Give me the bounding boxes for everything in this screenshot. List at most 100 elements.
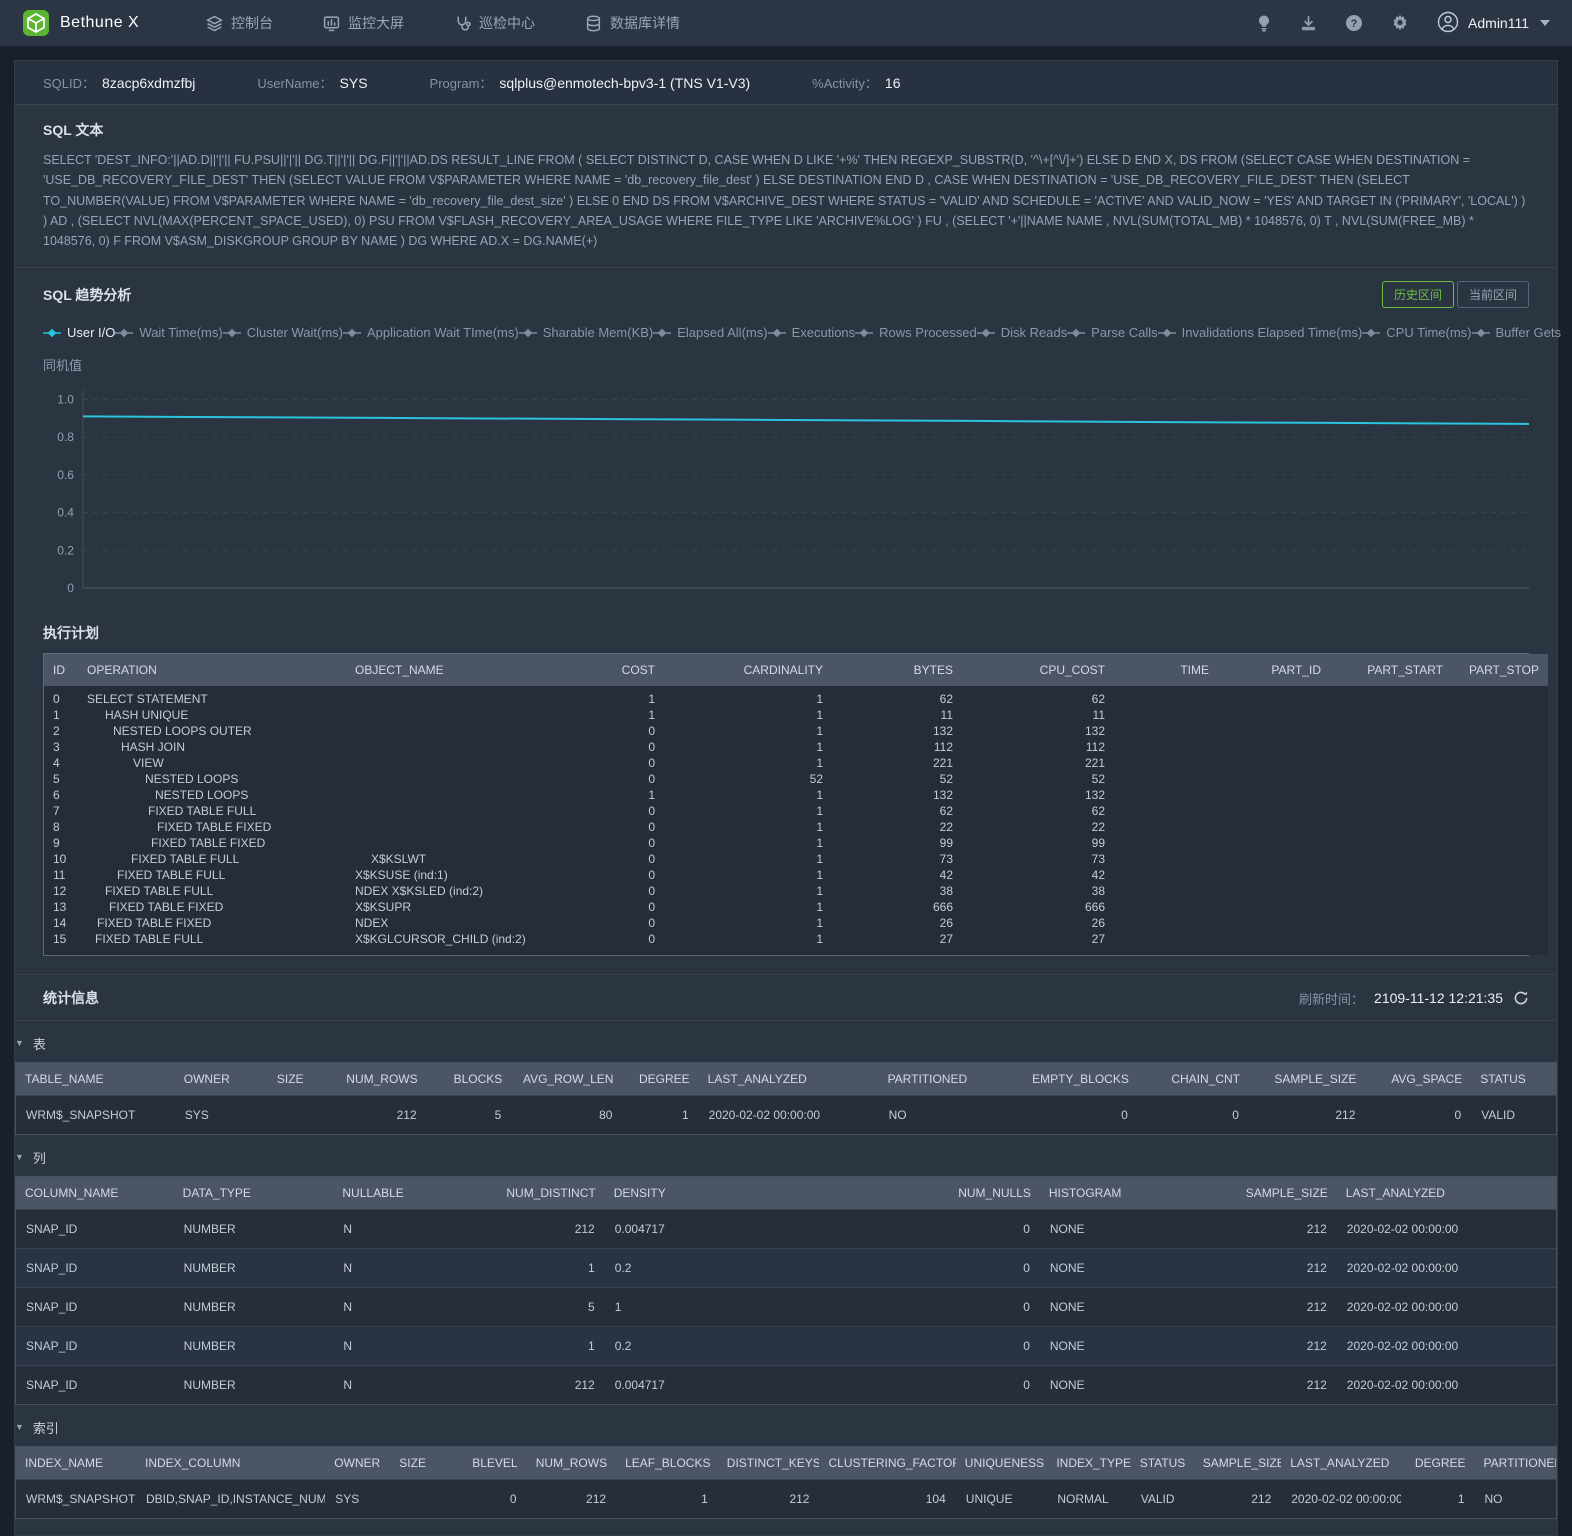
plan-object-name: X$KSLWT	[346, 851, 556, 867]
legend-item[interactable]: Buffer Gets	[1472, 325, 1562, 340]
plan-object-name: NDEX X$KSLED (ind:2)	[346, 883, 556, 899]
plan-object-name	[346, 686, 556, 707]
plan-value-cell: 52	[832, 771, 962, 787]
table-cell: SNAP_ID	[16, 1366, 174, 1405]
legend-item[interactable]: Wait Time(ms)	[115, 325, 222, 340]
download-icon[interactable]	[1300, 15, 1317, 32]
plan-value-cell: 11	[832, 707, 962, 723]
plan-row: 9FIXED TABLE FIXED019999	[44, 835, 1548, 851]
legend-item[interactable]: Application Wait TIme(ms)	[343, 325, 519, 340]
trend-chart[interactable]: 1.00.80.60.40.20	[43, 378, 1529, 606]
legend-item[interactable]: Disk Reads	[977, 325, 1067, 340]
table-row: WRM$_SNAPSHOTDBID,SNAP_ID,INSTANCE_NUMBE…	[16, 1480, 1556, 1519]
legend-label: Buffer Gets	[1496, 325, 1562, 340]
nav-item-label: 监控大屏	[348, 13, 404, 33]
bulb-icon[interactable]	[1256, 14, 1272, 32]
plan-operation: HASH JOIN	[87, 740, 185, 754]
plan-value-cell: 0	[556, 739, 664, 755]
legend-item[interactable]: Elapsed All(ms)	[653, 325, 767, 340]
settings-gear-icon[interactable]	[1391, 14, 1409, 32]
column-header: STATUS	[1471, 1063, 1556, 1096]
plan-value-cell: 112	[962, 739, 1114, 755]
plan-operation-cell: SELECT STATEMENT	[78, 686, 346, 707]
plan-id-cell: 14	[44, 915, 78, 931]
plan-operation-cell: HASH UNIQUE	[78, 707, 346, 723]
refresh-icon[interactable]	[1513, 990, 1529, 1006]
plan-value-cell: 38	[962, 883, 1114, 899]
plan-value-cell: 1	[556, 787, 664, 803]
plan-value-cell: 62	[962, 686, 1114, 707]
columns-collapse-header[interactable]: ▼ 列	[15, 1148, 1557, 1167]
nav-item-dashboard[interactable]: 监控大屏	[323, 13, 404, 33]
y-axis-title: 同机值	[43, 355, 1529, 374]
plan-value-cell: 11	[962, 707, 1114, 723]
column-header: PART_STOP	[1452, 654, 1548, 686]
plan-value-cell: 0	[556, 723, 664, 739]
tables-subsection: ▼ 表 TABLE_NAMEOWNERSIZENUM_ROWSBLOCKSAVG…	[15, 1034, 1557, 1135]
plan-value-cell: 112	[832, 739, 962, 755]
current-range-button[interactable]: 当前区间	[1457, 281, 1529, 308]
plan-row: 8FIXED TABLE FIXED012222	[44, 819, 1548, 835]
help-icon[interactable]: ?	[1345, 14, 1363, 32]
table-cell: 0.2	[605, 1249, 820, 1288]
nav-item-inspection[interactable]: 巡检中心	[454, 13, 535, 33]
legend-item[interactable]: Rows Processed	[855, 325, 977, 340]
table-cell: NONE	[1040, 1249, 1194, 1288]
legend-item[interactable]: Sharable Mem(KB)	[519, 325, 654, 340]
nav-item-console[interactable]: 控制台	[206, 13, 273, 33]
legend-diamond-icon	[223, 328, 241, 338]
legend-label: Invalidations Elapsed Time(ms)	[1182, 325, 1363, 340]
legend-label: Executions	[792, 325, 856, 340]
legend-item[interactable]: Parse Calls	[1067, 325, 1157, 340]
plan-id-cell: 4	[44, 755, 78, 771]
plan-operation-cell: FIXED TABLE FIXED	[78, 819, 346, 835]
refresh-time-label: 刷新时间：	[1299, 989, 1364, 1008]
column-header: TABLE_NAME	[16, 1063, 175, 1096]
plan-object-name	[346, 707, 556, 723]
legend-item[interactable]: CPU Time(ms)	[1362, 325, 1471, 340]
table-cell: 1	[1401, 1480, 1474, 1519]
user-menu[interactable]: Admin111	[1437, 11, 1550, 36]
plan-operation-cell: FIXED TABLE FULL	[78, 803, 346, 819]
indexes-collapse-header[interactable]: ▼ 索引	[15, 1418, 1557, 1437]
plan-value-cell	[1218, 867, 1330, 883]
table-cell: 1	[605, 1288, 820, 1327]
legend-item[interactable]: Executions	[768, 325, 856, 340]
legend-item[interactable]: Cluster Wait(ms)	[223, 325, 343, 340]
brand[interactable]: Bethune X	[22, 9, 170, 37]
legend-diamond-icon	[1067, 328, 1085, 338]
plan-value-cell	[1114, 819, 1218, 835]
plan-value-cell	[1330, 883, 1452, 899]
table-cell: 2020-02-02 00:00:00	[699, 1096, 879, 1135]
table-stats-table: TABLE_NAMEOWNERSIZENUM_ROWSBLOCKSAVG_ROW…	[15, 1062, 1557, 1135]
nav-item-database-detail[interactable]: 数据库详情	[585, 13, 680, 33]
monitor-icon	[323, 15, 340, 32]
table-cell: WRM$_SNAPSHOT	[16, 1096, 175, 1135]
triangle-down-icon: ▼	[15, 1039, 24, 1048]
table-cell: 0	[1000, 1096, 1138, 1135]
execution-plan-title: 执行计划	[43, 623, 1529, 643]
plan-operation-cell: FIXED TABLE FIXED	[78, 899, 346, 915]
table-cell: 0	[820, 1249, 1040, 1288]
plan-value-cell	[1218, 686, 1330, 707]
plan-value-cell: 99	[962, 835, 1114, 851]
legend-item[interactable]: User I/O	[43, 325, 115, 340]
table-cell: NONE	[1040, 1210, 1194, 1249]
legend-diamond-icon	[43, 328, 61, 338]
column-header: PARTITIONED	[1475, 1447, 1557, 1480]
plan-value-cell	[1330, 787, 1452, 803]
tables-collapse-header[interactable]: ▼ 表	[15, 1034, 1557, 1053]
history-range-button[interactable]: 历史区间	[1382, 281, 1454, 308]
plan-value-cell: 221	[962, 755, 1114, 771]
column-header: UNIQUENESS	[956, 1447, 1048, 1480]
plan-value-cell: 1	[664, 899, 832, 915]
brand-logo-icon	[22, 9, 50, 37]
plan-value-cell: 62	[962, 803, 1114, 819]
activity-group: %Activity： 16	[812, 73, 900, 92]
username: Admin111	[1468, 15, 1529, 31]
plan-operation-cell: FIXED TABLE FULL	[78, 867, 346, 883]
range-toggle: 历史区间 当前区间	[1382, 281, 1529, 308]
column-header: BLEVEL	[439, 1447, 526, 1480]
column-header: COLUMN_NAME	[16, 1177, 174, 1210]
legend-item[interactable]: Invalidations Elapsed Time(ms)	[1158, 325, 1363, 340]
